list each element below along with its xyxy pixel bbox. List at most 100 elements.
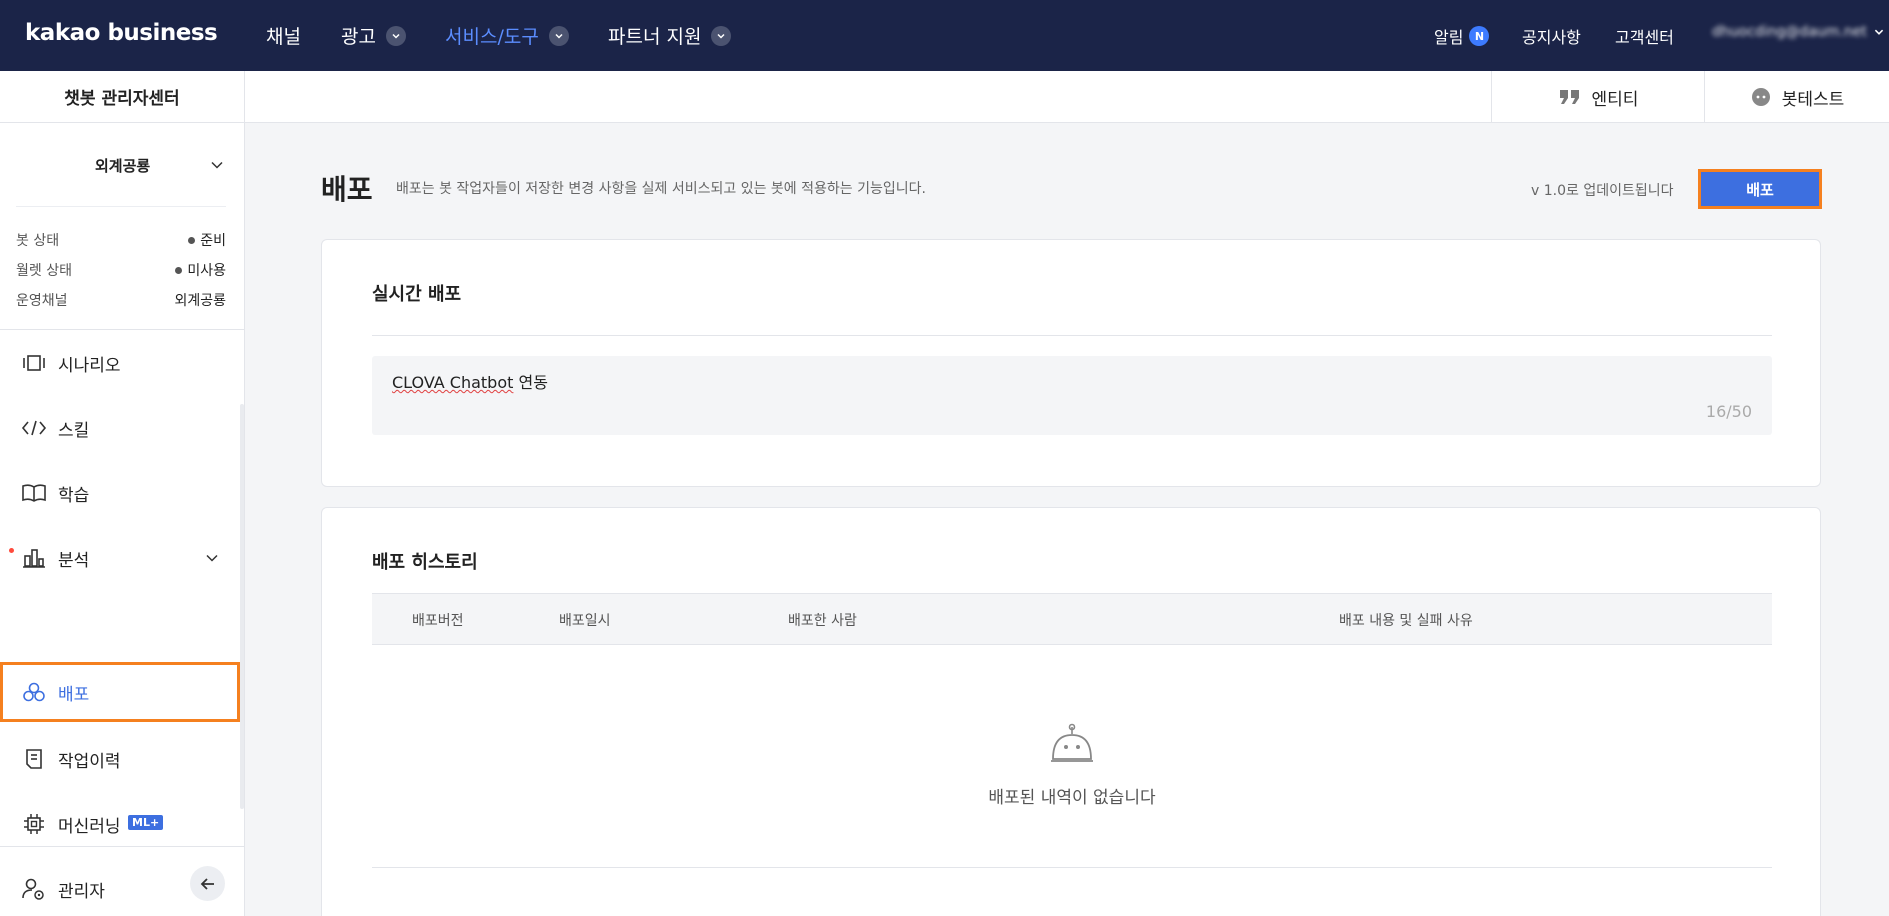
deploy-button[interactable]: 배포	[1698, 169, 1822, 209]
tab-entity[interactable]: 엔티티	[1491, 71, 1704, 123]
sidebar-item-deploy[interactable]: 배포	[0, 662, 240, 722]
column-header-content: 배포 내용 및 실패 사유	[1339, 613, 1473, 629]
arrow-left-icon	[200, 877, 214, 890]
code-icon	[20, 414, 48, 442]
deploy-icon	[20, 678, 48, 706]
sidebar-item-analytics[interactable]: 분석	[0, 528, 240, 588]
robot-icon	[1051, 723, 1093, 762]
book-icon	[20, 479, 48, 507]
account-menu[interactable]: dhuocding@daum.net	[1712, 24, 1885, 40]
wallet-status-value: 미사용	[187, 263, 226, 279]
divider	[372, 335, 1772, 336]
empty-state-text: 배포된 내역이 없습니다	[988, 788, 1156, 808]
operating-channel-label: 운영채널	[16, 293, 68, 309]
sidebar-item-label: 시나리오	[58, 355, 121, 376]
divider	[0, 329, 245, 330]
nav-ads-label: 광고	[341, 26, 376, 48]
column-header-datetime: 배포일시	[559, 613, 611, 629]
sidebar-scrollbar[interactable]	[240, 404, 244, 809]
new-indicator-dot	[9, 548, 14, 553]
support-label: 고객센터	[1615, 28, 1674, 47]
nav-partner-support-label: 파트너 지원	[608, 26, 702, 48]
page-description: 배포는 봇 작업자들이 저장한 변경 사항을 실제 서비스되고 있는 봇에 적용…	[396, 181, 926, 197]
notice-label: 공지사항	[1522, 28, 1581, 47]
tab-bot-test-label: 봇테스트	[1781, 89, 1845, 110]
scenario-icon	[20, 349, 48, 377]
column-header-deployer: 배포한 사람	[788, 613, 857, 629]
sidebar-item-label: 분석	[58, 550, 90, 571]
operating-channel-value: 외계공룡	[174, 293, 226, 309]
divider	[0, 846, 245, 847]
char-counter: 16/50	[1705, 402, 1752, 421]
nav-services-tools[interactable]: 서비스/도구	[445, 22, 569, 49]
sidebar-item-label: 관리자	[58, 881, 105, 902]
sidebar-item-label: 학습	[58, 485, 90, 506]
divider	[16, 206, 226, 207]
sidebar: 챗봇 관리자센터 외계공룡 봇 상태 준비 월렛 상태 미사용 운영채널 외계공…	[0, 71, 245, 916]
kakao-business-logo[interactable]: kakao business	[25, 20, 218, 46]
tab-bot-test[interactable]: 봇테스트	[1704, 71, 1889, 123]
chevron-down-icon	[211, 161, 223, 169]
sidebar-item-label: 배포	[58, 684, 90, 705]
column-header-version: 배포버전	[412, 613, 464, 629]
wallet-status-row: 월렛 상태 미사용	[16, 260, 226, 280]
history-icon	[20, 745, 48, 773]
bot-status-label: 봇 상태	[16, 233, 60, 249]
realtime-deploy-card: 실시간 배포 CLOVA Chatbot 연동 16/50	[321, 239, 1821, 487]
notifications-link[interactable]: 알림 N	[1434, 24, 1490, 48]
version-info: v 1.0로 업데이트됩니다	[1531, 183, 1674, 199]
tab-entity-label: 엔티티	[1591, 89, 1639, 110]
sidebar-title: 챗봇 관리자센터	[0, 71, 244, 123]
sidebar-item-history[interactable]: 작업이력	[0, 729, 240, 789]
nav-services-tools-label: 서비스/도구	[445, 26, 539, 48]
sub-header: 엔티티 봇테스트	[245, 71, 1889, 123]
operating-channel-row: 운영채널 외계공룡	[16, 290, 226, 310]
account-email: dhuocding@daum.net	[1712, 24, 1867, 40]
sidebar-item-learning[interactable]: 학습	[0, 463, 240, 523]
chevron-down-icon	[1874, 29, 1883, 35]
sidebar-item-label: 스킬	[58, 420, 90, 441]
chat-bubble-icon	[1751, 88, 1770, 106]
nav-channel[interactable]: 채널	[266, 22, 301, 49]
spellcheck-underlined-text: CLOVA Chatbot	[392, 373, 514, 392]
wallet-status-label: 월렛 상태	[16, 263, 72, 279]
divider	[372, 867, 1772, 868]
quote-icon	[1559, 90, 1579, 104]
support-link[interactable]: 고객센터	[1615, 24, 1674, 48]
history-table-header: 배포버전 배포일시 배포한 사람 배포 내용 및 실패 사유	[372, 593, 1772, 645]
notice-link[interactable]: 공지사항	[1522, 24, 1581, 48]
deploy-message-value: CLOVA Chatbot 연동	[392, 369, 548, 393]
channel-select[interactable]: 외계공룡	[0, 151, 245, 181]
status-dot	[188, 236, 196, 244]
chip-icon	[20, 810, 48, 838]
admin-icon	[20, 875, 48, 903]
chevron-down-icon	[385, 25, 406, 46]
sidebar-item-scenario[interactable]: 시나리오	[0, 333, 240, 393]
deploy-message-input[interactable]: CLOVA Chatbot 연동 16/50	[372, 356, 1772, 435]
collapse-sidebar-button[interactable]	[190, 866, 225, 901]
deploy-history-title: 배포 히스토리	[372, 552, 478, 573]
nav-ads[interactable]: 광고	[341, 22, 406, 49]
chevron-down-icon	[548, 25, 569, 46]
top-navigation-bar: kakao business 채널 광고 서비스/도구 파트너 지원 알림 N …	[0, 0, 1889, 71]
nav-partner-support[interactable]: 파트너 지원	[608, 22, 732, 49]
chevron-down-icon	[206, 554, 218, 562]
nav-channel-label: 채널	[266, 26, 301, 48]
sidebar-item-skill[interactable]: 스킬	[0, 398, 240, 458]
page-title: 배포	[321, 173, 373, 206]
bot-status-value: 준비	[200, 233, 226, 249]
sidebar-item-label: 작업이력	[58, 751, 121, 772]
bot-status-row: 봇 상태 준비	[16, 230, 226, 250]
notifications-label: 알림	[1434, 28, 1464, 47]
deploy-message-suffix: 연동	[513, 373, 548, 392]
chart-icon	[20, 544, 48, 572]
deploy-history-card: 배포 히스토리 배포버전 배포일시 배포한 사람 배포 내용 및 실패 사유 배…	[321, 507, 1821, 916]
notification-badge: N	[1469, 26, 1490, 46]
sidebar-item-label: 머신러닝	[58, 816, 121, 837]
realtime-deploy-title: 실시간 배포	[372, 284, 462, 305]
chevron-down-icon	[711, 25, 732, 46]
sidebar-item-machine-learning[interactable]: 머신러닝 ML+	[0, 794, 240, 854]
ml-plus-badge: ML+	[128, 815, 164, 830]
status-dot	[175, 266, 183, 274]
channel-select-value: 외계공룡	[95, 157, 151, 175]
